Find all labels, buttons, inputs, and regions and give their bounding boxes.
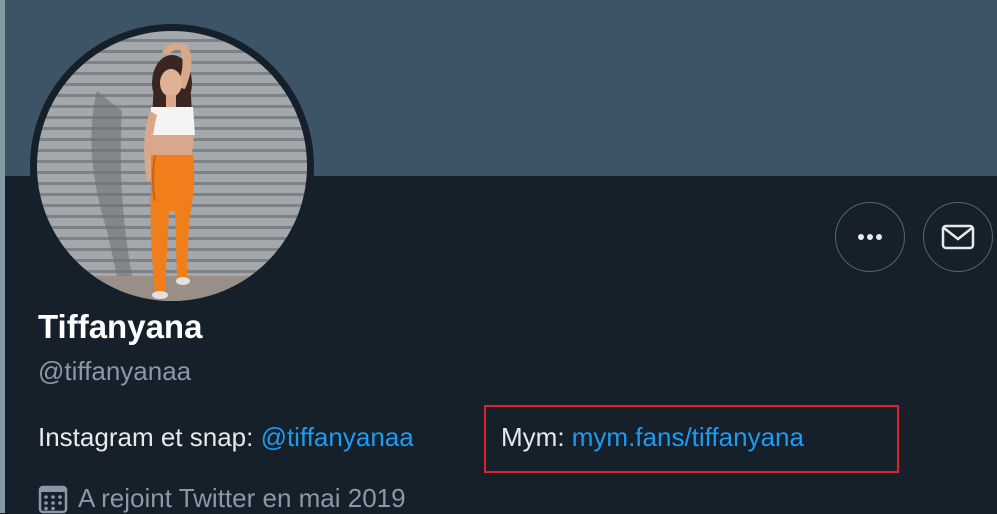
- bio-instagram: Instagram et snap: @tiffanyanaa: [38, 422, 414, 453]
- username-handle: @tiffanyanaa: [38, 356, 192, 386]
- more-icon: [858, 234, 882, 240]
- avatar[interactable]: [30, 24, 314, 308]
- more-options-button[interactable]: [835, 202, 905, 272]
- instagram-mention-link[interactable]: @tiffanyanaa: [261, 422, 414, 452]
- join-date: A rejoint Twitter en mai 2019: [38, 483, 406, 514]
- avatar-figure: [37, 43, 307, 301]
- mail-icon: [941, 224, 975, 250]
- message-button[interactable]: [923, 202, 993, 272]
- bio-instagram-label: Instagram et snap:: [38, 422, 261, 452]
- join-date-text: A rejoint Twitter en mai 2019: [78, 483, 406, 513]
- calendar-icon: [38, 485, 68, 513]
- bio-mym-label: Mym:: [501, 422, 572, 452]
- bio-mym: Mym: mym.fans/tiffanyana: [501, 422, 804, 453]
- mym-link[interactable]: mym.fans/tiffanyana: [572, 422, 804, 452]
- display-name: Tiffanyana: [38, 308, 203, 345]
- avatar-photo: [37, 31, 307, 301]
